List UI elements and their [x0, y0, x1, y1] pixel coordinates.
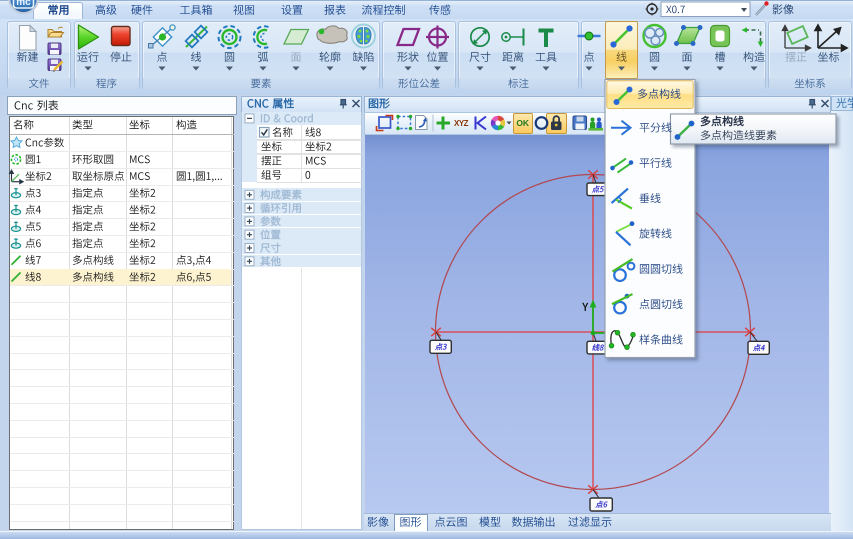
svg-text:XYZ: XYZ	[454, 119, 469, 128]
svg-text:OK: OK	[516, 118, 530, 128]
svg-text:mc: mc	[16, 0, 31, 8]
